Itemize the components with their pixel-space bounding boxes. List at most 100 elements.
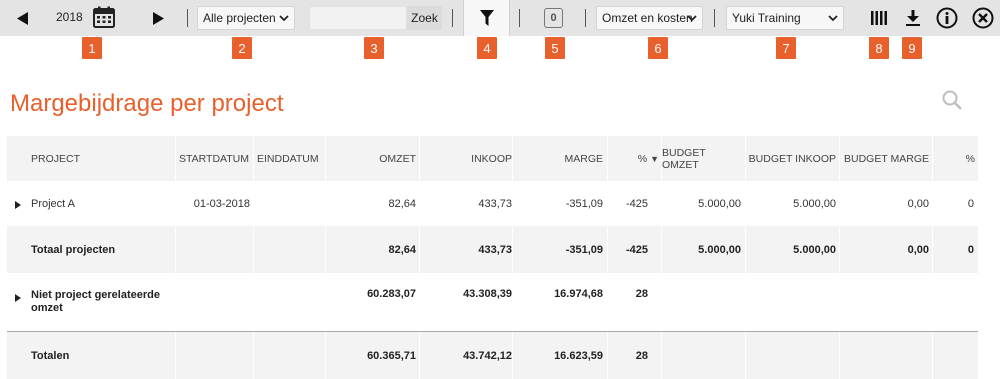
table-row[interactable]: Project A 01-03-2018 82,64 433,73 -351,0… [7, 181, 978, 226]
column-divider [839, 226, 840, 273]
info-button[interactable] [935, 6, 959, 30]
project-filter-value: Alle projecten [203, 11, 276, 25]
column-header-percentage-label: % [637, 152, 648, 165]
cell-project-line-1: Niet project gerelateerde [31, 289, 160, 301]
callout-marker-5: 5 [545, 37, 565, 59]
column-divider [325, 332, 326, 379]
toolbar-divider [714, 9, 715, 27]
triangle-right-icon [152, 11, 164, 25]
toolbar-divider [519, 9, 520, 27]
cell-budget-marge: 0,00 [907, 197, 929, 210]
column-header-einddatum[interactable]: EINDDATUM [257, 136, 327, 181]
cell-einddatum [257, 181, 323, 226]
cell-omzet: 82,64 [388, 197, 416, 210]
column-divider [932, 136, 933, 181]
administration-select-value: Yuki Training [732, 11, 801, 25]
cell-budget-percentage: 0 [967, 243, 974, 256]
calendar-button[interactable] [92, 5, 116, 29]
column-header-percentage[interactable]: % ▼ [607, 136, 659, 181]
view-select[interactable]: Omzet en kosten [596, 6, 703, 30]
cell-budget-omzet: 5.000,00 [698, 243, 741, 256]
columns-icon [871, 11, 887, 25]
column-divider [419, 332, 420, 379]
column-divider [419, 136, 420, 181]
next-year-button[interactable] [150, 8, 166, 28]
info-icon [936, 7, 958, 29]
column-divider [253, 136, 254, 181]
column-header-omzet[interactable]: OMZET [327, 136, 416, 181]
administration-select[interactable]: Yuki Training [726, 6, 844, 30]
column-divider [175, 332, 176, 379]
table-search-button[interactable] [941, 89, 963, 111]
column-header-budget-inkoop[interactable]: BUDGET INKOOP [745, 136, 836, 181]
cell-budget-percentage: 0 [967, 197, 974, 210]
column-header-inkoop[interactable]: INKOOP [417, 136, 512, 181]
column-header-budget-marge[interactable]: BUDGET MARGE [839, 136, 929, 181]
column-header-marge[interactable]: MARGE [512, 136, 603, 181]
column-divider [175, 136, 176, 181]
previous-year-button[interactable] [14, 8, 30, 28]
callout-marker-7: 7 [776, 37, 796, 59]
column-divider [607, 332, 608, 379]
cell-inkoop: 433,73 [478, 243, 512, 256]
cell-budget-marge: 0,00 [907, 243, 929, 256]
column-divider [253, 332, 254, 379]
close-button[interactable] [971, 6, 995, 30]
column-divider [932, 226, 933, 273]
cell-startdatum: 01-03-2018 [193, 197, 250, 210]
filter-button[interactable] [463, 0, 510, 36]
callout-marker-4: 4 [477, 37, 497, 59]
column-divider [661, 226, 662, 273]
cell-budget-inkoop: 5.000,00 [793, 197, 836, 210]
download-button[interactable] [901, 6, 925, 30]
column-header-startdatum[interactable]: STARTDATUM [179, 136, 259, 181]
column-header-budget-omzet[interactable]: BUDGET OMZET [662, 136, 742, 181]
column-divider [607, 226, 608, 273]
column-divider [512, 136, 513, 181]
cell-project: Project A [31, 197, 76, 210]
download-icon [906, 10, 920, 26]
triangle-left-icon [16, 11, 28, 25]
column-header-budget-percentage[interactable]: % [932, 136, 975, 181]
calendar-icon [93, 6, 115, 28]
column-divider [253, 226, 254, 273]
table-row-subtotal: Totaal projecten 82,64 433,73 -351,09 -4… [7, 226, 978, 273]
cell-percentage: 28 [635, 288, 648, 300]
column-divider [512, 226, 513, 273]
column-header-project[interactable]: PROJECT [31, 136, 171, 181]
filter-count-badge[interactable]: 0 [544, 8, 563, 28]
expand-row-icon[interactable] [14, 293, 22, 303]
cell-percentage: -425 [625, 197, 648, 210]
search-icon [942, 90, 962, 110]
chevron-down-icon [687, 15, 697, 22]
project-filter-select[interactable]: Alle projecten [197, 6, 295, 30]
toolbar-divider [585, 9, 586, 27]
cell-inkoop: 43.742,12 [463, 349, 512, 362]
cell-percentage: 28 [635, 349, 648, 362]
cell-omzet: 82,64 [388, 243, 416, 256]
column-divider [839, 136, 840, 181]
cell-omzet: 60.283,07 [367, 288, 416, 300]
cell-marge: -351,09 [565, 243, 603, 256]
sort-descending-icon: ▼ [650, 153, 659, 164]
table-header-row: PROJECT STARTDATUM EINDDATUM OMZET INKOO… [7, 136, 978, 181]
cell-project: Niet project gerelateerde omzet [31, 273, 176, 331]
view-select-value: Omzet en kosten [602, 11, 693, 25]
cell-marge: -351,09 [565, 197, 603, 210]
table-row-total: Totalen 60.365,71 43.742,12 16.623,59 28 [7, 331, 978, 379]
column-divider [745, 226, 746, 273]
columns-button[interactable] [867, 6, 891, 30]
page-title: Margebijdrage per project [10, 90, 284, 117]
column-divider [661, 332, 662, 379]
column-divider [419, 226, 420, 273]
cell-inkoop: 43.308,39 [463, 288, 512, 300]
search-input[interactable] [309, 6, 407, 30]
cell-project: Totalen [31, 349, 70, 362]
table-row[interactable]: Niet project gerelateerde omzet 60.283,0… [7, 273, 978, 331]
year-label: 2018 [56, 10, 83, 24]
column-divider [661, 136, 662, 181]
search-button[interactable]: Zoek [407, 6, 442, 30]
column-divider [175, 226, 176, 273]
column-divider [839, 332, 840, 379]
expand-row-icon[interactable] [14, 200, 22, 210]
